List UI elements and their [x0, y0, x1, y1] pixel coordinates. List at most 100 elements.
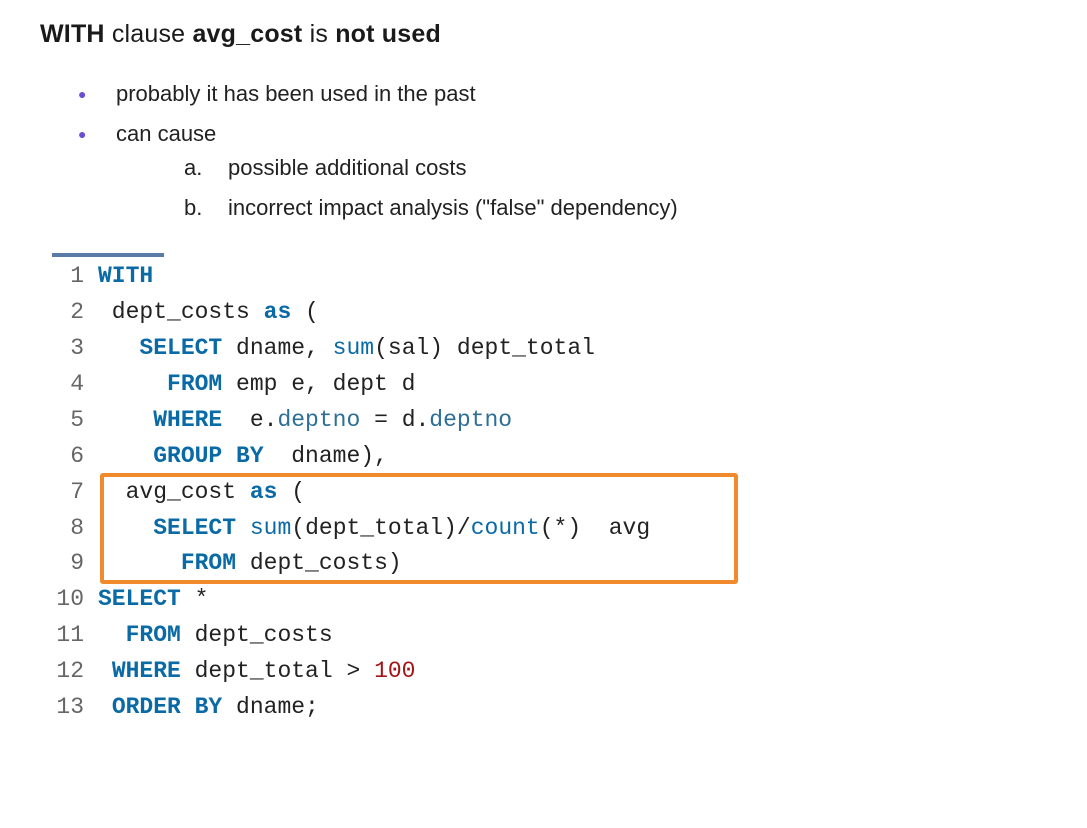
bullet-text: probably it has been used in the past	[116, 81, 476, 106]
alpha-item: incorrect impact analysis ("false" depen…	[184, 191, 1047, 225]
alpha-text: incorrect impact analysis ("false" depen…	[228, 195, 678, 220]
code-token: sum	[250, 515, 291, 541]
line-number: 11	[52, 618, 98, 654]
code-token: avg_cost	[98, 479, 250, 505]
bullet-list: probably it has been used in the past ca…	[40, 77, 1047, 225]
code-token	[98, 658, 112, 684]
code-line: 6 GROUP BY dname),	[52, 439, 952, 475]
code-token: GROUP BY	[153, 443, 263, 469]
code-lines-container: 1WITH2 dept_costs as (3 SELECT dname, su…	[52, 259, 952, 725]
code-token: dept_costs	[181, 622, 333, 648]
code-content: GROUP BY dname),	[98, 439, 952, 475]
line-number: 13	[52, 690, 98, 726]
code-content: WITH	[98, 259, 952, 295]
line-number: 12	[52, 654, 98, 690]
code-token: SELECT	[139, 335, 222, 361]
alpha-list: possible additional costs incorrect impa…	[116, 151, 1047, 225]
bullet-item: can cause possible additional costs inco…	[78, 117, 1047, 225]
line-number: 4	[52, 367, 98, 403]
line-number: 2	[52, 295, 98, 331]
code-line: 12 WHERE dept_total > 100	[52, 654, 952, 690]
heading-text1: clause	[105, 20, 193, 48]
code-token: FROM	[126, 622, 181, 648]
code-content: FROM dept_costs)	[98, 546, 952, 582]
heading-avgcost: avg_cost	[192, 20, 302, 48]
code-token: dname,	[222, 335, 332, 361]
code-line: 8 SELECT sum(dept_total)/count(*) avg	[52, 511, 952, 547]
code-line: 11 FROM dept_costs	[52, 618, 952, 654]
code-line: 10SELECT *	[52, 582, 952, 618]
code-line: 1WITH	[52, 259, 952, 295]
code-token	[98, 515, 153, 541]
bullet-item: probably it has been used in the past	[78, 77, 1047, 111]
code-content: avg_cost as (	[98, 475, 952, 511]
code-token: = d.	[360, 407, 429, 433]
code-token: WHERE	[153, 407, 222, 433]
code-token	[98, 550, 181, 576]
code-token: (*) avg	[540, 515, 650, 541]
code-token: SELECT	[153, 515, 236, 541]
line-number: 3	[52, 331, 98, 367]
code-token: (	[291, 299, 319, 325]
alpha-item: possible additional costs	[184, 151, 1047, 185]
code-content: dept_costs as (	[98, 295, 952, 331]
code-content: WHERE dept_total > 100	[98, 654, 952, 690]
code-token: e.	[222, 407, 277, 433]
code-token: count	[471, 515, 540, 541]
code-line: 3 SELECT dname, sum(sal) dept_total	[52, 331, 952, 367]
code-token: ORDER BY	[112, 694, 222, 720]
code-token: (sal) dept_total	[374, 335, 595, 361]
code-token: dname),	[264, 443, 388, 469]
code-token: SELECT	[98, 586, 181, 612]
code-line: 2 dept_costs as (	[52, 295, 952, 331]
heading-notused: not used	[335, 20, 441, 48]
code-token	[236, 515, 250, 541]
code-token	[98, 335, 139, 361]
heading: WITH clause avg_cost is not used	[40, 20, 1047, 49]
code-token: (dept_total)/	[291, 515, 470, 541]
line-number: 9	[52, 546, 98, 582]
code-token: FROM	[181, 550, 236, 576]
code-content: FROM dept_costs	[98, 618, 952, 654]
code-line: 9 FROM dept_costs)	[52, 546, 952, 582]
heading-with: WITH	[40, 20, 105, 48]
code-line: 5 WHERE e.deptno = d.deptno	[52, 403, 952, 439]
line-number: 6	[52, 439, 98, 475]
code-content: SELECT sum(dept_total)/count(*) avg	[98, 511, 952, 547]
code-token: deptno	[277, 407, 360, 433]
code-token	[98, 407, 153, 433]
code-token: WITH	[98, 263, 153, 289]
code-token	[98, 622, 126, 648]
code-token: emp e, dept d	[222, 371, 415, 397]
code-token: (	[277, 479, 305, 505]
code-token: 100	[374, 658, 415, 684]
code-token: FROM	[167, 371, 222, 397]
code-token: as	[264, 299, 292, 325]
code-token: dept_costs	[98, 299, 264, 325]
code-line: 7 avg_cost as (	[52, 475, 952, 511]
line-number: 8	[52, 511, 98, 547]
code-content: SELECT *	[98, 582, 952, 618]
line-number: 5	[52, 403, 98, 439]
code-line: 4 FROM emp e, dept d	[52, 367, 952, 403]
code-content: ORDER BY dname;	[98, 690, 952, 726]
code-content: FROM emp e, dept d	[98, 367, 952, 403]
code-content: WHERE e.deptno = d.deptno	[98, 403, 952, 439]
code-token	[98, 694, 112, 720]
line-number: 7	[52, 475, 98, 511]
line-number: 1	[52, 259, 98, 295]
code-token: WHERE	[112, 658, 181, 684]
bullet-text: can cause	[116, 121, 216, 146]
code-accent-bar	[52, 253, 164, 257]
code-token: *	[181, 586, 209, 612]
code-token: deptno	[429, 407, 512, 433]
code-token: dept_total >	[181, 658, 374, 684]
code-token	[98, 443, 153, 469]
code-token: sum	[333, 335, 374, 361]
line-number: 10	[52, 582, 98, 618]
heading-text2: is	[302, 20, 335, 48]
code-content: SELECT dname, sum(sal) dept_total	[98, 331, 952, 367]
alpha-text: possible additional costs	[228, 155, 466, 180]
code-block: 1WITH2 dept_costs as (3 SELECT dname, su…	[52, 253, 952, 725]
code-token	[98, 371, 167, 397]
